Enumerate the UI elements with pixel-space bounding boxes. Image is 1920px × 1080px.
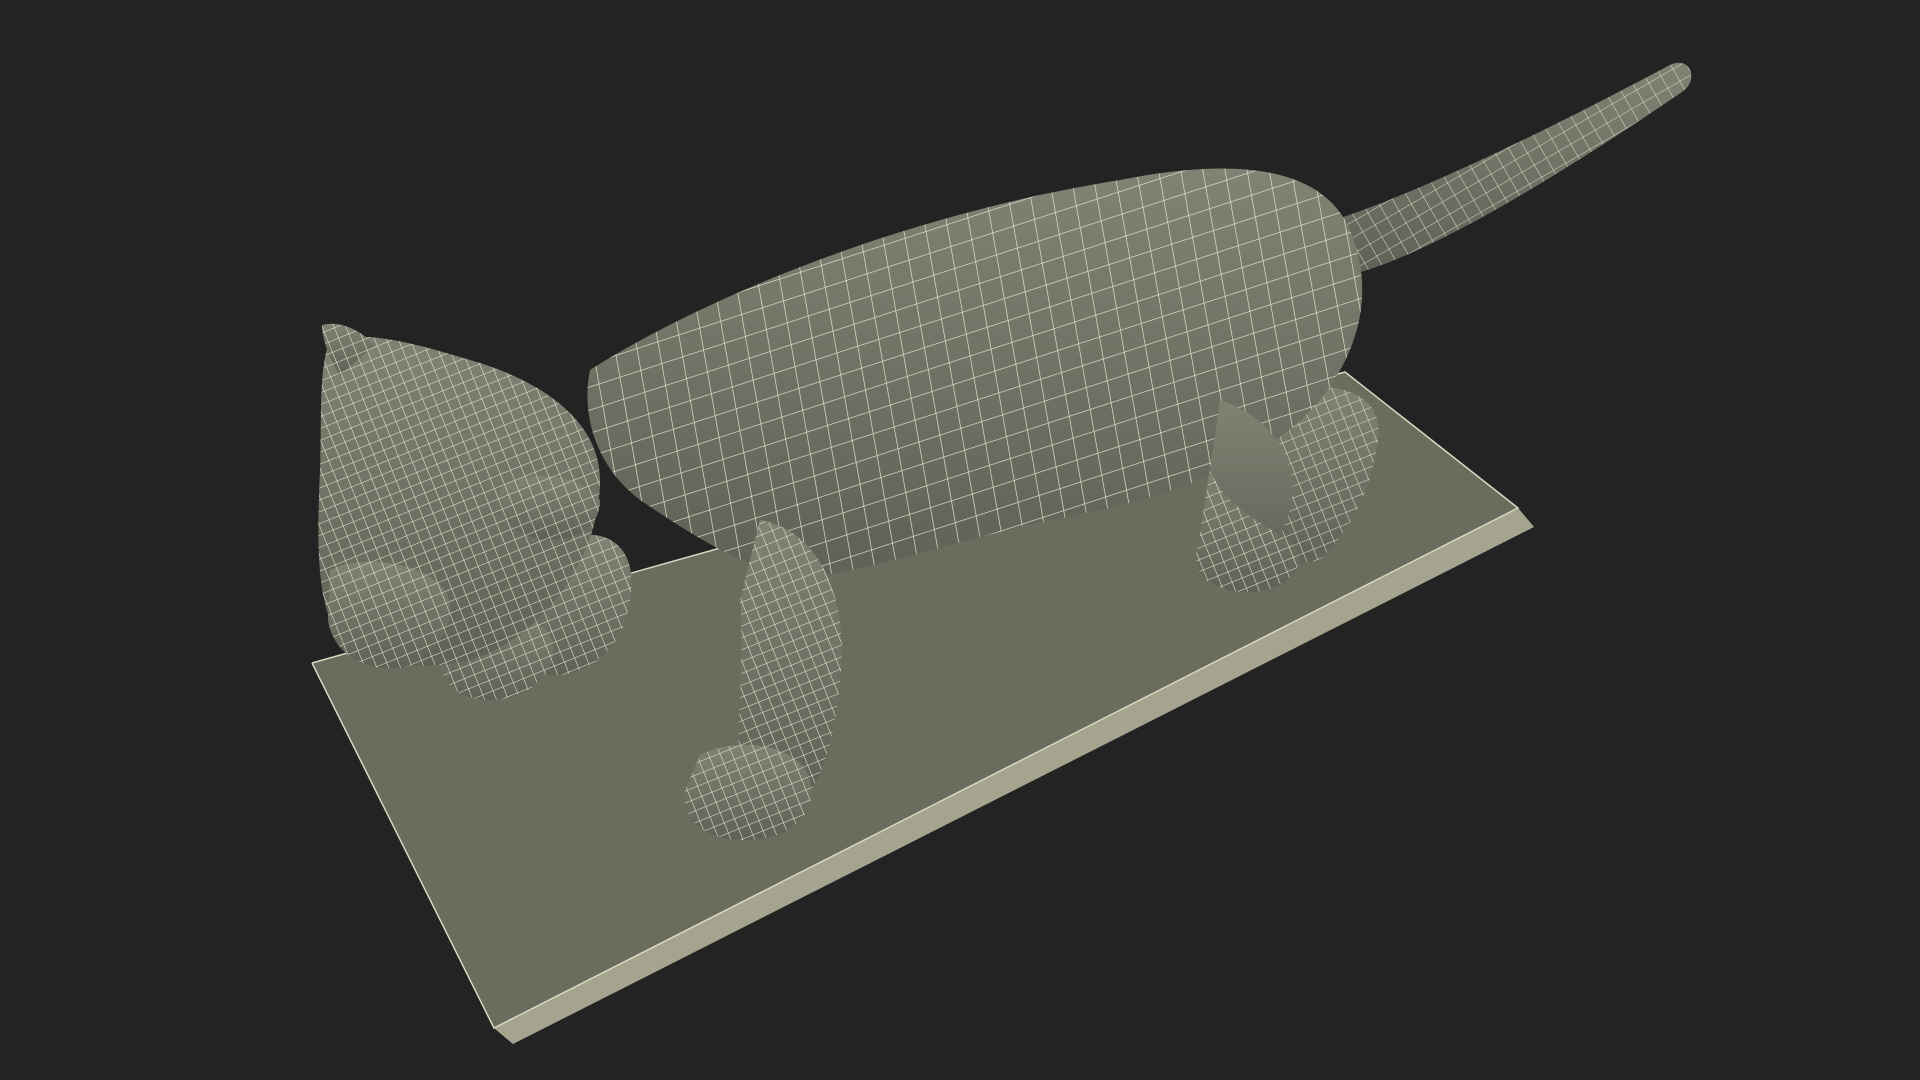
cat-render	[311, 62, 1692, 1044]
viewport	[0, 0, 1920, 1080]
tail	[1300, 62, 1692, 275]
